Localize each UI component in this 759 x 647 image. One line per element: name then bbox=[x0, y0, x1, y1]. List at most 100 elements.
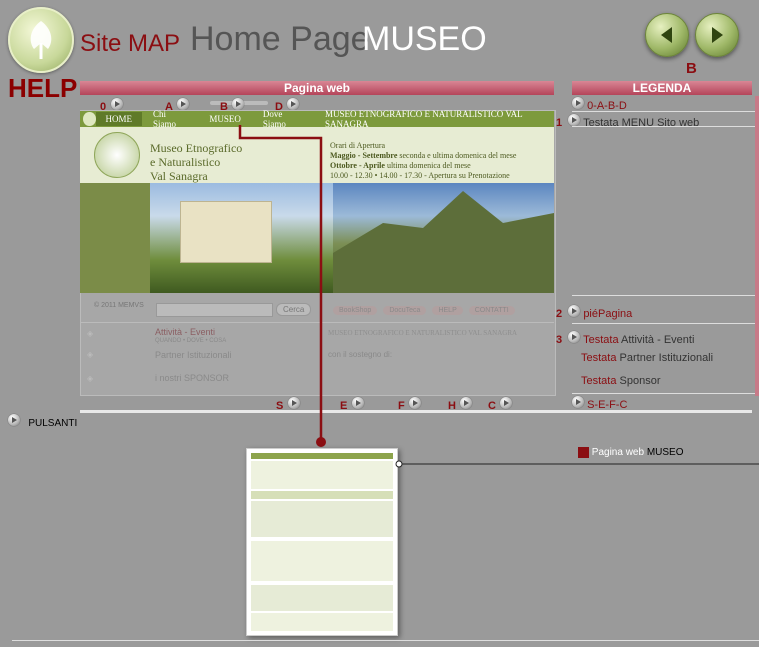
legend-1-a: Testata bbox=[583, 117, 622, 129]
museum-logo bbox=[8, 7, 74, 73]
thumb-section bbox=[251, 585, 393, 611]
legend-2-icon[interactable] bbox=[568, 305, 581, 317]
contatti-button[interactable]: CONTATTI bbox=[468, 306, 515, 315]
legend-5-a: Testata bbox=[581, 375, 617, 387]
marker-f-icon[interactable] bbox=[409, 397, 422, 409]
legend-divider bbox=[572, 323, 755, 324]
legend-row-0: 0-A-B-D bbox=[572, 97, 627, 112]
thumb-nav bbox=[251, 453, 393, 459]
legend-3-b: Attività - Eventi bbox=[618, 334, 695, 346]
home-page-title: Home Page bbox=[190, 20, 370, 58]
web-copyright: © 2011 MEMVS bbox=[94, 302, 144, 309]
legend-2-num: 2 bbox=[556, 308, 563, 320]
legenda-bar: LEGENDA bbox=[572, 81, 752, 95]
connector-line bbox=[238, 125, 326, 447]
page-icon bbox=[578, 447, 589, 458]
thumb-section bbox=[251, 541, 393, 581]
legend-6-text: S-E-F-C bbox=[587, 399, 628, 411]
web-nav-title: MUSEO ETNOGRAFICO E NATURALISTICO VAL SA… bbox=[325, 109, 523, 129]
pagina-link-a: Pagina web bbox=[591, 447, 647, 459]
legend-1-icon[interactable] bbox=[568, 114, 581, 126]
orari-2-bold: Ottobre - Aprile bbox=[330, 161, 385, 170]
legend-3-num: 3 bbox=[556, 334, 563, 346]
web-footer-buttons: BookShop DocuTeca HELP CONTATTI bbox=[333, 306, 515, 315]
thumb-section bbox=[251, 461, 393, 489]
legend-5-b: Sponsor bbox=[616, 375, 661, 387]
web-sostegno: con il sostegno di: bbox=[328, 350, 393, 359]
thumb-link-line bbox=[395, 460, 759, 468]
bookshop-button[interactable]: BookShop bbox=[333, 306, 378, 315]
marker-e-icon[interactable] bbox=[351, 397, 364, 409]
web-museo-line: MUSEO ETNOGRAFICO E NATURALISTICO VAL SA… bbox=[328, 329, 518, 337]
web-nav-home[interactable]: HOME bbox=[95, 112, 143, 126]
arrow-right-icon bbox=[712, 27, 723, 43]
web-nav-chi-siamo[interactable]: Chi Siamo bbox=[142, 109, 198, 129]
legend-0-icon[interactable] bbox=[572, 97, 584, 109]
pagina-web-museo-link[interactable]: Pagina web MUSEO bbox=[578, 447, 684, 458]
pulsanti-row: PULSANTI bbox=[8, 414, 77, 429]
web-attivita[interactable]: Attività - Eventi bbox=[155, 327, 215, 337]
forward-button[interactable] bbox=[695, 13, 739, 57]
legend-row-5: Testata Sponsor bbox=[581, 375, 661, 387]
legend-6-icon[interactable] bbox=[572, 396, 584, 408]
orari-2: ultima domenica del mese bbox=[384, 161, 471, 170]
legend-divider bbox=[572, 295, 755, 296]
marker-0-icon[interactable] bbox=[110, 98, 123, 110]
nav-buttons-label: B bbox=[686, 60, 697, 77]
orari-1-bold: Maggio - Settembre bbox=[330, 151, 398, 160]
web-logo-line3: Val Sanagra bbox=[150, 169, 208, 183]
orari-3: 10.00 - 12.30 • 14.00 - 17.30 - Apertura… bbox=[330, 171, 510, 180]
web-attivita-sub: QUANDO • DOVE • COSA bbox=[155, 338, 227, 344]
web-partner: Partner Istituzionali bbox=[155, 350, 232, 360]
legend-4-a: Testata bbox=[581, 352, 617, 364]
marker-h-icon[interactable] bbox=[460, 397, 473, 409]
legend-row-3: 3 Testata Attività - Eventi bbox=[556, 331, 694, 346]
pulsanti-label: PULSANTI bbox=[28, 418, 78, 429]
museo-page-thumbnail[interactable] bbox=[246, 448, 398, 636]
bullet-icon: ◈ bbox=[87, 350, 94, 359]
legend-divider bbox=[572, 126, 755, 127]
legend-2-text: piéPagina bbox=[583, 308, 633, 320]
thumb-section bbox=[251, 501, 393, 537]
pulsanti-icon[interactable] bbox=[8, 414, 20, 426]
web-logo-text: Museo Etnografico e Naturalistico Val Sa… bbox=[150, 141, 242, 183]
legend-3-icon[interactable] bbox=[568, 331, 581, 343]
docuteca-button[interactable]: DocuTeca bbox=[383, 306, 427, 315]
bullet-icon: ◈ bbox=[87, 374, 94, 383]
bottom-divider bbox=[12, 640, 759, 641]
separator bbox=[80, 410, 752, 413]
legend-edge bbox=[755, 96, 759, 396]
site-map-title: Site MAP bbox=[80, 30, 181, 57]
legend-row-4: Testata Partner Istituzionali bbox=[581, 352, 713, 364]
pagina-web-bar: Pagina web bbox=[80, 81, 554, 95]
museo-title: MUSEO bbox=[362, 20, 487, 58]
marker-b-icon[interactable] bbox=[232, 98, 245, 110]
thumb-bar bbox=[251, 491, 393, 499]
web-logo-line2: e Naturalistico bbox=[150, 155, 221, 169]
web-help-button[interactable]: HELP bbox=[432, 306, 463, 315]
help-title[interactable]: HELP bbox=[8, 73, 77, 104]
web-sponsor: i nostri SPONSOR bbox=[155, 373, 230, 383]
web-logo-icon bbox=[94, 132, 140, 178]
legend-1-num: 1 bbox=[556, 117, 563, 129]
marker-c-icon[interactable] bbox=[500, 397, 513, 409]
legend-4-b: Partner Istituzionali bbox=[616, 352, 714, 364]
back-button[interactable] bbox=[645, 13, 689, 57]
pagina-link-b: MUSEO bbox=[646, 447, 684, 459]
web-logo-line1: Museo Etnografico bbox=[150, 141, 243, 155]
thumb-footer bbox=[251, 613, 393, 631]
web-nav-logo-icon bbox=[83, 112, 96, 126]
legend-1-b: MENU Sito web bbox=[621, 117, 700, 129]
orari-title: Orari di Apertura bbox=[330, 141, 386, 150]
bullet-icon: ◈ bbox=[87, 329, 94, 338]
web-side-panel bbox=[80, 183, 150, 293]
web-orari: Orari di Apertura Maggio - Settembre sec… bbox=[330, 141, 516, 181]
mountain-shape bbox=[333, 191, 554, 293]
mountain-photo bbox=[333, 183, 554, 293]
orari-1: seconda e ultima domenica del mese bbox=[397, 151, 517, 160]
legend-divider bbox=[572, 111, 755, 112]
legend-row-2: 2 piéPagina bbox=[556, 305, 632, 320]
arrow-left-icon bbox=[661, 27, 672, 43]
legend-3-a: Testata bbox=[583, 334, 619, 346]
legend-row-6: S-E-F-C bbox=[572, 396, 627, 411]
